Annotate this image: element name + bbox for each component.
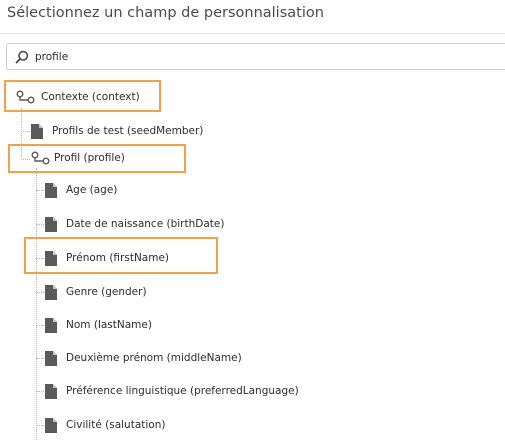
tree-connector — [36, 358, 44, 359]
highlight-firstname — [24, 237, 218, 274]
file-icon — [31, 123, 43, 139]
field-tree: Contexte (context) Profils de test (seed… — [0, 0, 505, 448]
tree-node-preferred-language[interactable]: Préférence linguistique (preferredLangua… — [45, 381, 299, 401]
tree-node-label: Genre (gender) — [66, 286, 147, 298]
file-icon — [45, 383, 57, 399]
tree-node-label: Civilité (salutation) — [66, 419, 166, 431]
tree-node-lastname[interactable]: Nom (lastName) — [45, 315, 152, 335]
highlight-context — [4, 80, 161, 112]
tree-connector — [36, 325, 44, 326]
tree-node-label: Date de naissance (birthDate) — [66, 218, 225, 230]
tree-connector — [36, 425, 44, 426]
file-icon — [45, 350, 57, 366]
file-icon — [45, 216, 57, 232]
tree-node-label: Deuxième prénom (middleName) — [66, 352, 242, 364]
highlight-profile — [8, 144, 186, 173]
tree-node-seed-member[interactable]: Profils de test (seedMember) — [31, 121, 203, 141]
file-icon — [45, 182, 57, 198]
tree-connector — [21, 131, 30, 132]
tree-connector — [36, 190, 44, 191]
tree-node-label: Nom (lastName) — [66, 319, 152, 331]
file-icon — [45, 284, 57, 300]
tree-connector — [36, 168, 37, 440]
tree-node-salutation[interactable]: Civilité (salutation) — [45, 415, 165, 435]
file-icon — [45, 417, 57, 433]
tree-node-middlename[interactable]: Deuxième prénom (middleName) — [45, 348, 242, 368]
tree-node-birthdate[interactable]: Date de naissance (birthDate) — [45, 214, 224, 234]
tree-node-gender[interactable]: Genre (gender) — [45, 282, 147, 302]
tree-node-label: Profils de test (seedMember) — [52, 125, 204, 137]
tree-node-age[interactable]: Age (age) — [45, 180, 117, 200]
tree-connector — [36, 224, 44, 225]
tree-node-label: Préférence linguistique (preferredLangua… — [66, 385, 299, 397]
file-icon — [45, 317, 57, 333]
tree-connector — [36, 391, 44, 392]
tree-node-label: Age (age) — [66, 184, 118, 196]
tree-connector — [36, 292, 44, 293]
